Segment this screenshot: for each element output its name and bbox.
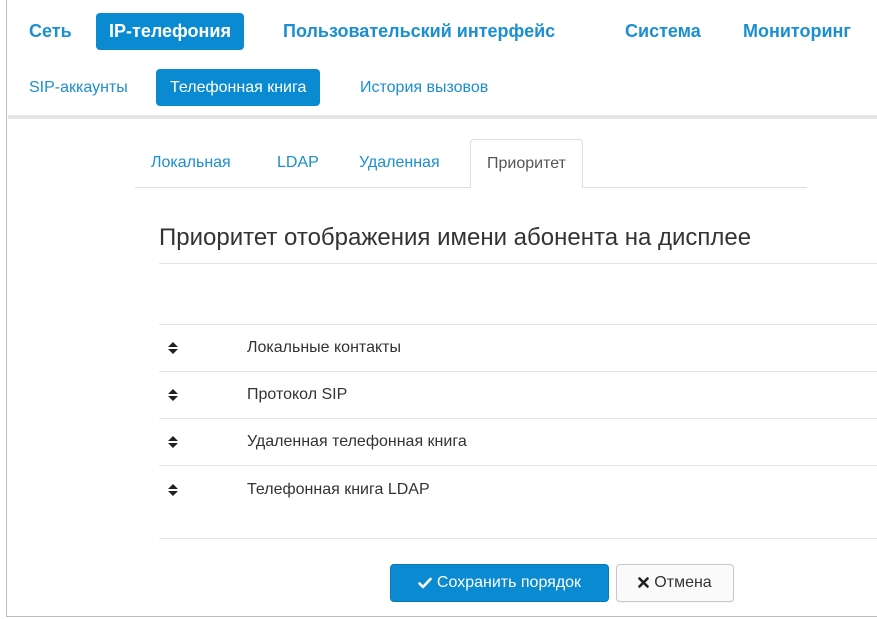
page-title: Приоритет отображения имени абонента на … (159, 224, 752, 251)
tab-remote[interactable]: Удаленная (343, 139, 456, 186)
tab-ldap[interactable]: LDAP (261, 139, 335, 186)
subnav-sip-accounts[interactable]: SIP-аккаунты (15, 69, 142, 106)
list-item-label: Удаленная телефонная книга (247, 433, 467, 450)
list-divider (159, 465, 877, 466)
check-icon (418, 577, 432, 589)
sort-icon[interactable] (167, 387, 179, 403)
list-item-label: Локальные контакты (247, 339, 401, 356)
list-item[interactable]: Локальные контакты (159, 325, 877, 371)
nav-divider (8, 115, 877, 119)
list-item[interactable]: Протокол SIP (159, 372, 877, 418)
tab-local[interactable]: Локальная (135, 139, 247, 186)
nav-system[interactable]: Система (612, 13, 714, 50)
nav-network[interactable]: Сеть (16, 13, 85, 50)
subnav-phonebook[interactable]: Телефонная книга (156, 69, 321, 106)
list-item-label: Протокол SIP (247, 386, 348, 403)
sort-icon[interactable] (167, 482, 179, 498)
subnav-call-history[interactable]: История вызовов (346, 69, 502, 106)
save-order-label: Сохранить порядок (436, 574, 582, 591)
nav-user-interface[interactable]: Пользовательский интерфейс (270, 13, 568, 50)
list-item-label: Телефонная книга LDAP (247, 481, 430, 498)
phonebook-tabs: Локальная LDAP Удаленная Приоритет (135, 139, 807, 188)
list-bottom-divider (159, 538, 877, 539)
list-item[interactable]: Удаленная телефонная книга (159, 419, 877, 465)
sort-icon[interactable] (167, 434, 179, 450)
x-icon (638, 577, 650, 589)
sub-nav: SIP-аккаунты Телефонная книга История вы… (0, 60, 877, 116)
title-divider (159, 263, 877, 264)
nav-ip-telephony[interactable]: IP-телефония (96, 13, 244, 50)
cancel-button[interactable]: Отмена (616, 564, 734, 602)
top-nav: Сеть IP-телефония Пользовательский интер… (0, 0, 877, 60)
save-order-button[interactable]: Сохранить порядок (390, 564, 609, 602)
cancel-label: Отмена (654, 574, 712, 591)
list-item[interactable]: Телефонная книга LDAP (159, 467, 877, 513)
sort-icon[interactable] (167, 340, 179, 356)
tab-priority[interactable]: Приоритет (470, 139, 583, 188)
nav-monitoring[interactable]: Мониторинг (730, 13, 864, 50)
